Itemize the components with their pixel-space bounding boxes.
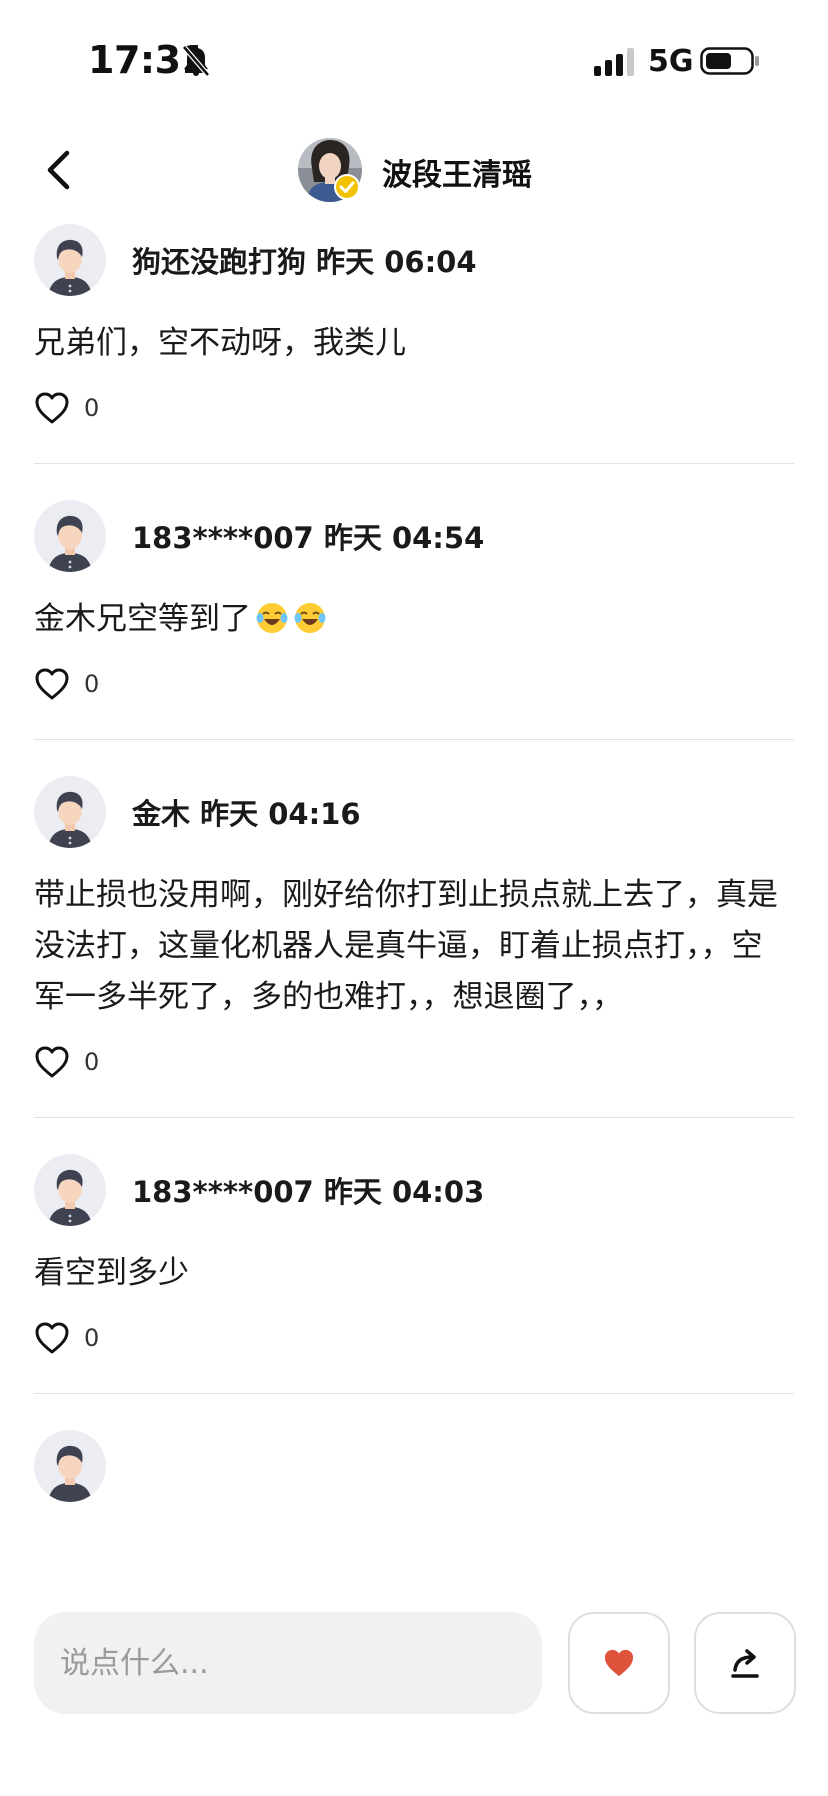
user-avatar[interactable] xyxy=(34,500,106,572)
like-count: 0 xyxy=(84,1324,100,1352)
host-name: 波段王清瑶 xyxy=(382,158,532,193)
comment-item: 183****007 昨天 04:54 金木兄空等到了 0 xyxy=(0,498,828,740)
share-button[interactable] xyxy=(694,1612,796,1714)
bell-slash-icon xyxy=(182,45,210,77)
like-count: 0 xyxy=(84,670,100,698)
share-icon xyxy=(731,1649,759,1678)
user-avatar[interactable] xyxy=(34,224,106,296)
like-count: 0 xyxy=(84,1048,100,1076)
comment-item: 狗还没跑打狗 昨天 06:04 兄弟们，空不动呀，我类儿 0 xyxy=(0,222,828,464)
comment-divider xyxy=(34,739,794,740)
heart-outline-icon[interactable] xyxy=(34,1321,70,1355)
signal-icon xyxy=(594,48,634,76)
comment-author: 183****007 昨天 04:03 xyxy=(132,1175,485,1209)
comment-divider xyxy=(34,1393,794,1394)
user-avatar[interactable] xyxy=(34,1154,106,1226)
comment-text: 带止损也没用啊，刚好给你打到止损点就上去了，真是没法打，这量化机器人是真牛逼，盯… xyxy=(34,877,778,1015)
comment-item: 金木 昨天 04:16 带止损也没用啊，刚好给你打到止损点就上去了，真是没法打，… xyxy=(0,774,828,1118)
host-avatar[interactable] xyxy=(298,138,362,202)
comment-text: 看空到多少 xyxy=(34,1255,189,1291)
comment-divider xyxy=(34,463,794,464)
comment-author: 183****007 昨天 04:54 xyxy=(132,521,485,555)
comment-author: 金木 昨天 04:16 xyxy=(132,797,361,831)
live-comments-screen: 17:31 5G 波段王清瑶 狗还没跑打狗 昨天 06:04 兄弟们，空不动呀，… xyxy=(0,0,828,1796)
heart-outline-icon[interactable] xyxy=(34,391,70,425)
comment-item: 183****007 昨天 04:03 看空到多少 0 xyxy=(0,1152,828,1394)
heart-outline-icon[interactable] xyxy=(34,667,70,701)
verified-badge-icon xyxy=(334,174,360,200)
chat-header: 波段王清瑶 xyxy=(0,130,828,210)
user-avatar[interactable] xyxy=(34,1430,106,1502)
like-button[interactable] xyxy=(568,1612,670,1714)
back-arrow-icon xyxy=(47,150,70,190)
comment-author: 狗还没跑打狗 昨天 06:04 xyxy=(132,245,477,279)
tears-of-joy-emoji-icon xyxy=(256,603,288,633)
heart-icon xyxy=(604,1649,634,1677)
user-avatar[interactable] xyxy=(34,776,106,848)
comment-input[interactable] xyxy=(34,1612,542,1714)
comment-item-partial xyxy=(0,1428,828,1504)
like-count: 0 xyxy=(84,394,100,422)
status-bar: 17:31 5G xyxy=(0,0,828,120)
battery-icon xyxy=(700,47,759,75)
heart-outline-icon[interactable] xyxy=(34,1045,70,1079)
comment-text: 金木兄空等到了 xyxy=(34,594,794,645)
bottom-bar xyxy=(0,1598,828,1796)
comment-text: 兄弟们，空不动呀，我类儿 xyxy=(34,325,406,361)
tears-of-joy-emoji-icon xyxy=(294,603,326,633)
back-button[interactable] xyxy=(30,142,86,198)
comment-list[interactable]: 狗还没跑打狗 昨天 06:04 兄弟们，空不动呀，我类儿 0 183****00… xyxy=(0,222,828,1590)
comment-divider xyxy=(34,1117,794,1118)
network-type: 5G xyxy=(648,44,694,79)
